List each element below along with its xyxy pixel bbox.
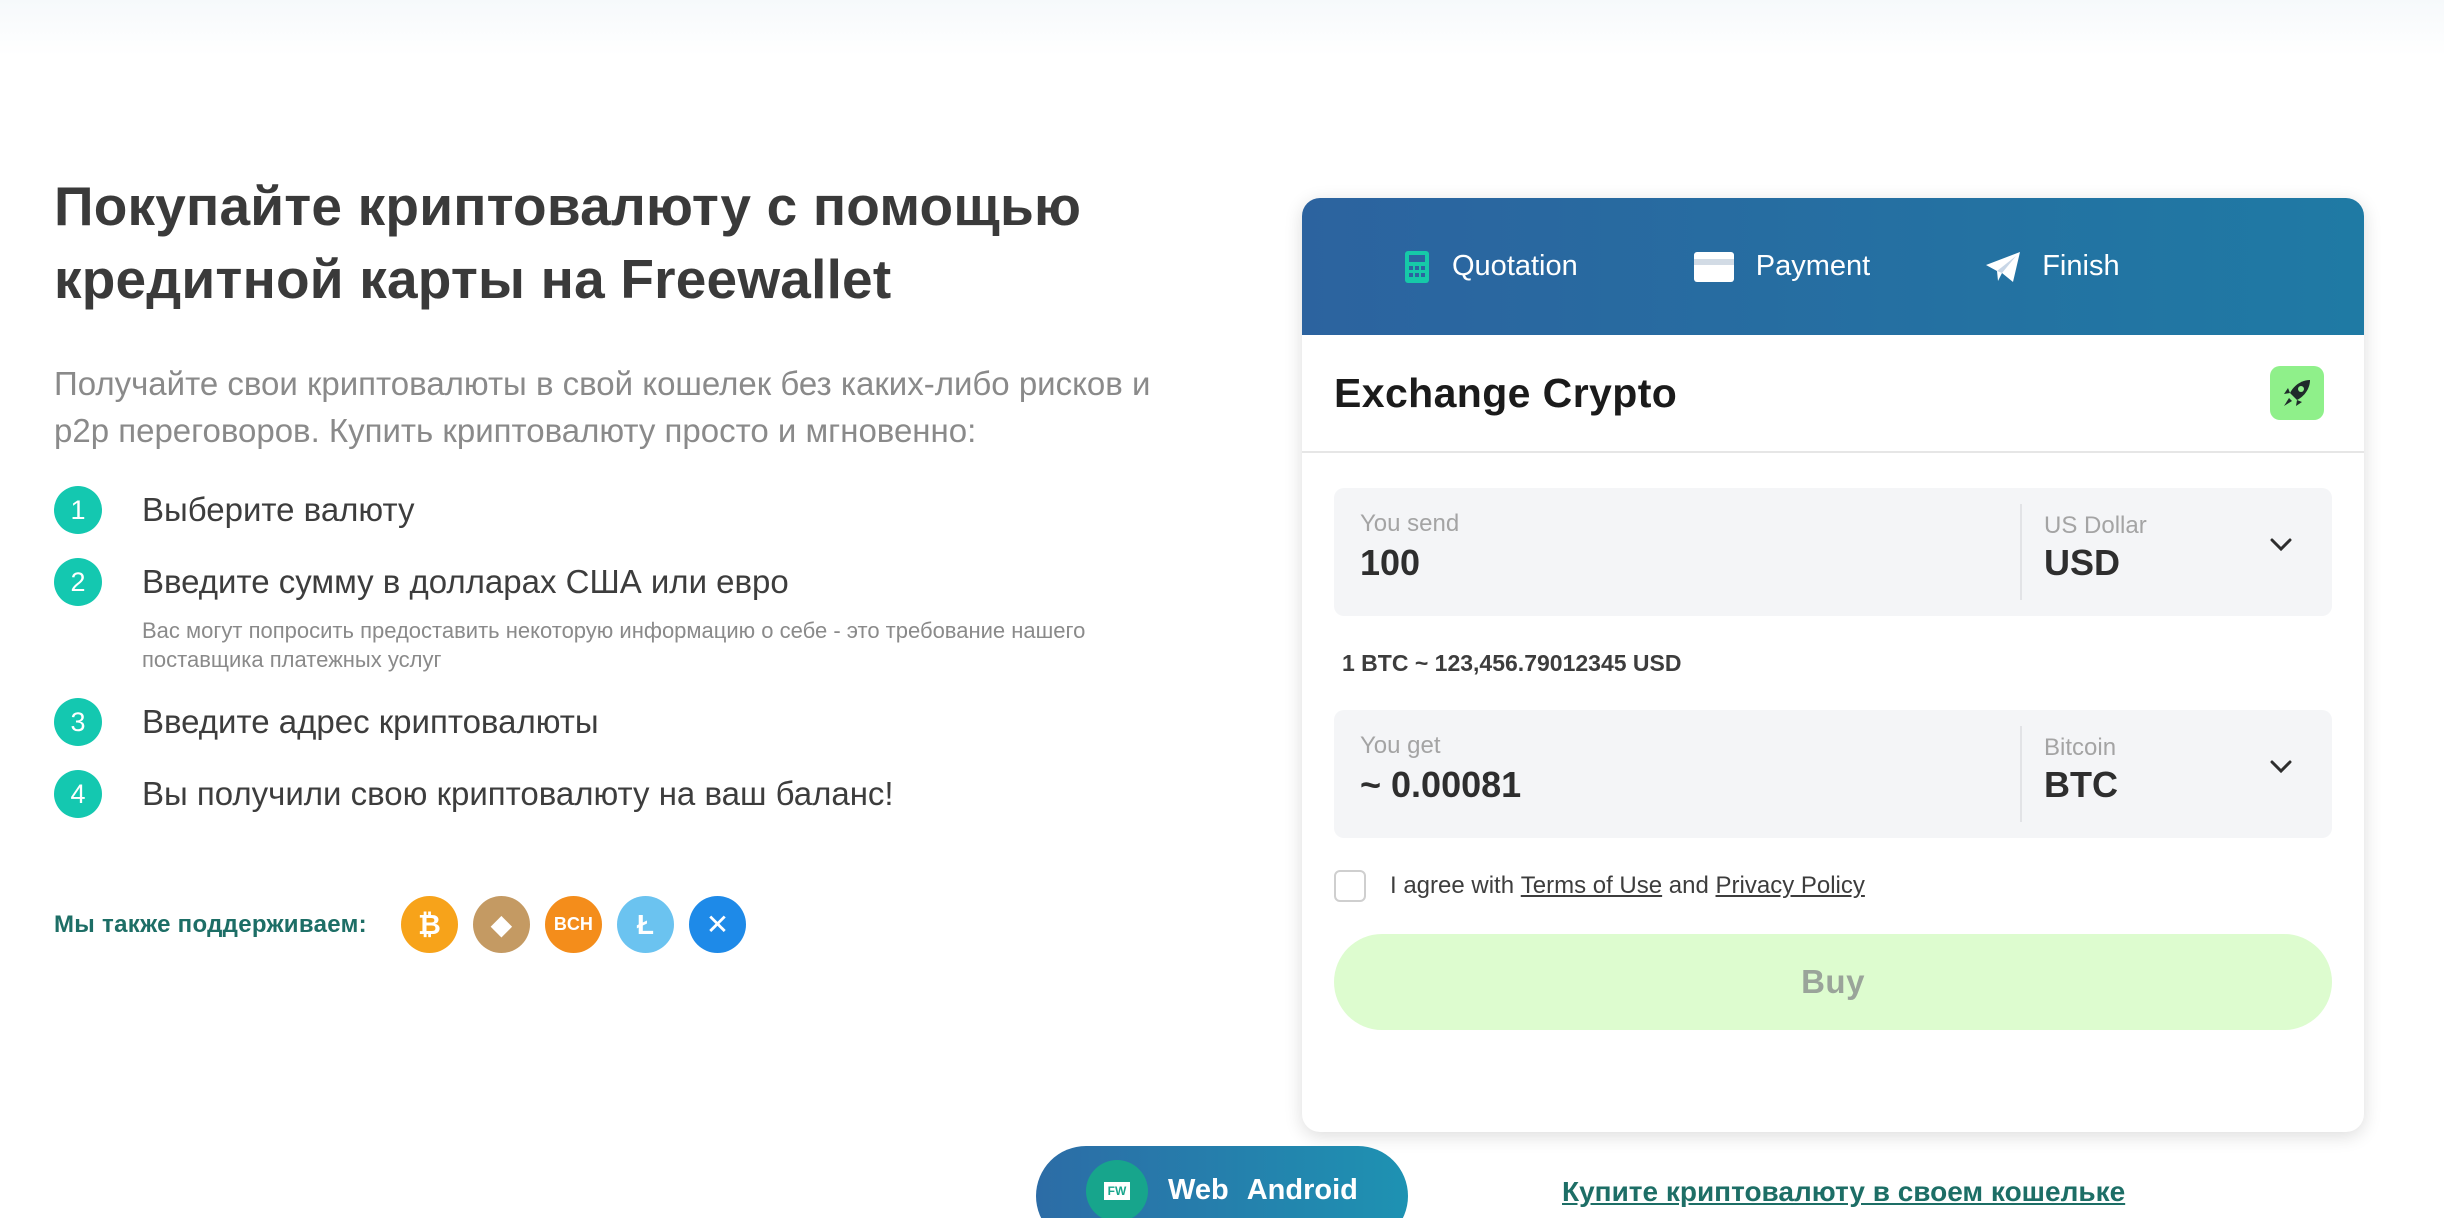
page-title: Покупайте криптовалюту с помощью кредитн… xyxy=(54,175,1082,310)
widget-header: Exchange Crypto xyxy=(1302,335,2364,453)
litecoin-icon[interactable]: Ł xyxy=(616,896,674,953)
get-currency-select[interactable]: BTC xyxy=(2044,764,2118,806)
logo-text: FW xyxy=(1103,1182,1131,1200)
step-item: 3 Введите адрес криптовалюты xyxy=(54,698,1214,746)
steps-list: 1 Выберите валюту 2 Введите сумму в долл… xyxy=(54,486,1214,818)
agree-row: I agree with Terms of Use and Privacy Po… xyxy=(1334,870,1865,902)
step-number: 4 xyxy=(54,770,102,818)
tab-payment[interactable]: Payment xyxy=(1693,250,1871,283)
terms-link[interactable]: Terms of Use xyxy=(1521,872,1662,900)
step-number: 2 xyxy=(54,558,102,606)
tab-quotation[interactable]: Quotation xyxy=(1404,250,1578,284)
get-label: You get xyxy=(1360,732,1441,759)
send-label: You send xyxy=(1360,510,1460,537)
tab-label: Quotation xyxy=(1452,250,1578,282)
step-item: 1 Выберите валюту xyxy=(54,486,1214,534)
paper-plane-icon xyxy=(1986,251,2021,282)
step-text: Введите сумму в долларах США или евро xyxy=(142,563,789,600)
buy-in-wallet-link[interactable]: Купите криптовалюту в своем кошельке xyxy=(1562,1176,2125,1208)
tab-label: Finish xyxy=(2042,250,2120,282)
send-currency-select[interactable]: USD xyxy=(2044,542,2120,584)
tab-finish[interactable]: Finish xyxy=(1986,250,2120,283)
step-text: Вы получили свою криптовалюту на ваш бал… xyxy=(142,775,894,812)
agree-checkbox[interactable] xyxy=(1334,870,1366,902)
step-text: Введите адрес криптовалюты xyxy=(142,703,599,740)
send-amount-input[interactable]: 100 xyxy=(1360,542,1420,584)
calculator-icon xyxy=(1404,250,1430,284)
supports-label: Мы также поддерживаем: xyxy=(54,910,367,938)
credit-card-icon xyxy=(1693,251,1734,282)
get-field[interactable]: You get ~ 0.00081 Bitcoin BTC xyxy=(1334,710,2332,838)
rocket-icon[interactable] xyxy=(2270,366,2324,420)
buy-button[interactable]: Buy xyxy=(1334,934,2332,1030)
chevron-down-icon[interactable] xyxy=(2270,538,2292,557)
privacy-link[interactable]: Privacy Policy xyxy=(1716,872,1865,900)
step-text: Выберите валюту xyxy=(142,491,415,528)
chevron-down-icon[interactable] xyxy=(2270,760,2292,779)
send-currency-name: US Dollar xyxy=(2044,512,2147,539)
send-field[interactable]: You send 100 US Dollar USD xyxy=(1334,488,2332,616)
step-item: 2 Введите сумму в долларах США или евро … xyxy=(54,558,1214,674)
widget-steps-bar: Quotation Payment Finish xyxy=(1302,198,2364,335)
top-strip xyxy=(0,0,2444,56)
widget-title: Exchange Crypto xyxy=(1334,369,1678,416)
hero-section: Покупайте криптовалюту с помощью кредитн… xyxy=(54,170,1214,842)
android-label: Android xyxy=(1246,1174,1358,1206)
supported-coins: Мы также поддерживаем: ₿ ◆ BCH Ł ✕ xyxy=(54,896,761,953)
app-download-button[interactable]: FW Web Android xyxy=(1036,1146,1408,1218)
step-number: 3 xyxy=(54,698,102,746)
agree-and: and xyxy=(1668,872,1709,899)
tab-label: Payment xyxy=(1755,250,1871,282)
bitcoin-cash-icon[interactable]: BCH xyxy=(544,896,602,953)
step-item: 4 Вы получили свою криптовалюту на ваш б… xyxy=(54,770,1214,818)
web-label: Web xyxy=(1168,1174,1229,1206)
xrp-icon[interactable]: ✕ xyxy=(688,896,746,953)
exchange-rate: 1 BTC ~ 123,456.79012345 USD xyxy=(1342,650,1682,676)
get-currency-name: Bitcoin xyxy=(2044,734,2117,761)
step-note: Вас могут попросить предоставить некотор… xyxy=(142,618,1086,672)
ethereum-icon[interactable]: ◆ xyxy=(472,896,530,953)
get-amount-value: ~ 0.00081 xyxy=(1360,764,1522,805)
freewallet-logo-icon: FW xyxy=(1086,1160,1148,1218)
field-divider xyxy=(2020,504,2022,600)
exchange-widget: Quotation Payment Finish Exchange Crypto xyxy=(1302,198,2364,1132)
bitcoin-icon[interactable]: ₿ xyxy=(400,896,458,953)
page-subtitle: Получайте свои криптовалюты в свой кошел… xyxy=(54,365,1151,449)
field-divider xyxy=(2020,726,2022,822)
agree-prefix: I agree with xyxy=(1390,872,1515,899)
step-number: 1 xyxy=(54,486,102,534)
